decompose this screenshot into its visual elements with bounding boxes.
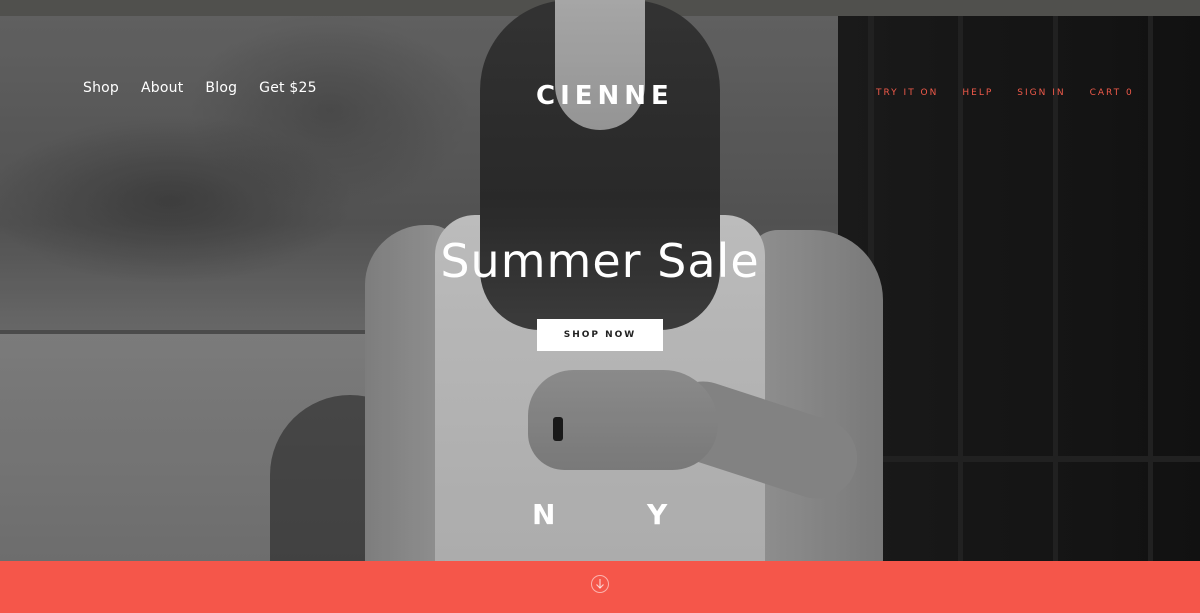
nav-sign-in[interactable]: SIGN IN: [1017, 88, 1065, 98]
hero-headline: Summer Sale: [440, 234, 760, 288]
ny-letter-y: Y: [647, 498, 668, 531]
nav-try-it-on[interactable]: TRY IT ON: [876, 88, 938, 98]
nav-help[interactable]: HELP: [962, 88, 993, 98]
arrow-down-circle-icon[interactable]: [591, 575, 609, 593]
nav-shop[interactable]: Shop: [83, 80, 119, 96]
page: Shop About Blog Get $25 CIENNE TRY IT ON…: [0, 0, 1200, 613]
brand-logo[interactable]: CIENNE: [536, 80, 669, 112]
ny-letter-n: N: [532, 498, 556, 531]
nav-blog[interactable]: Blog: [205, 80, 237, 96]
nav-get-25[interactable]: Get $25: [259, 80, 317, 96]
utility-nav: TRY IT ON HELP SIGN IN CART 0: [876, 88, 1134, 98]
bottom-bar: [0, 561, 1200, 613]
nav-cart[interactable]: CART 0: [1090, 88, 1134, 98]
main-nav: Shop About Blog Get $25: [83, 80, 317, 96]
shop-now-button[interactable]: SHOP NOW: [537, 319, 663, 351]
nav-about[interactable]: About: [141, 80, 183, 96]
